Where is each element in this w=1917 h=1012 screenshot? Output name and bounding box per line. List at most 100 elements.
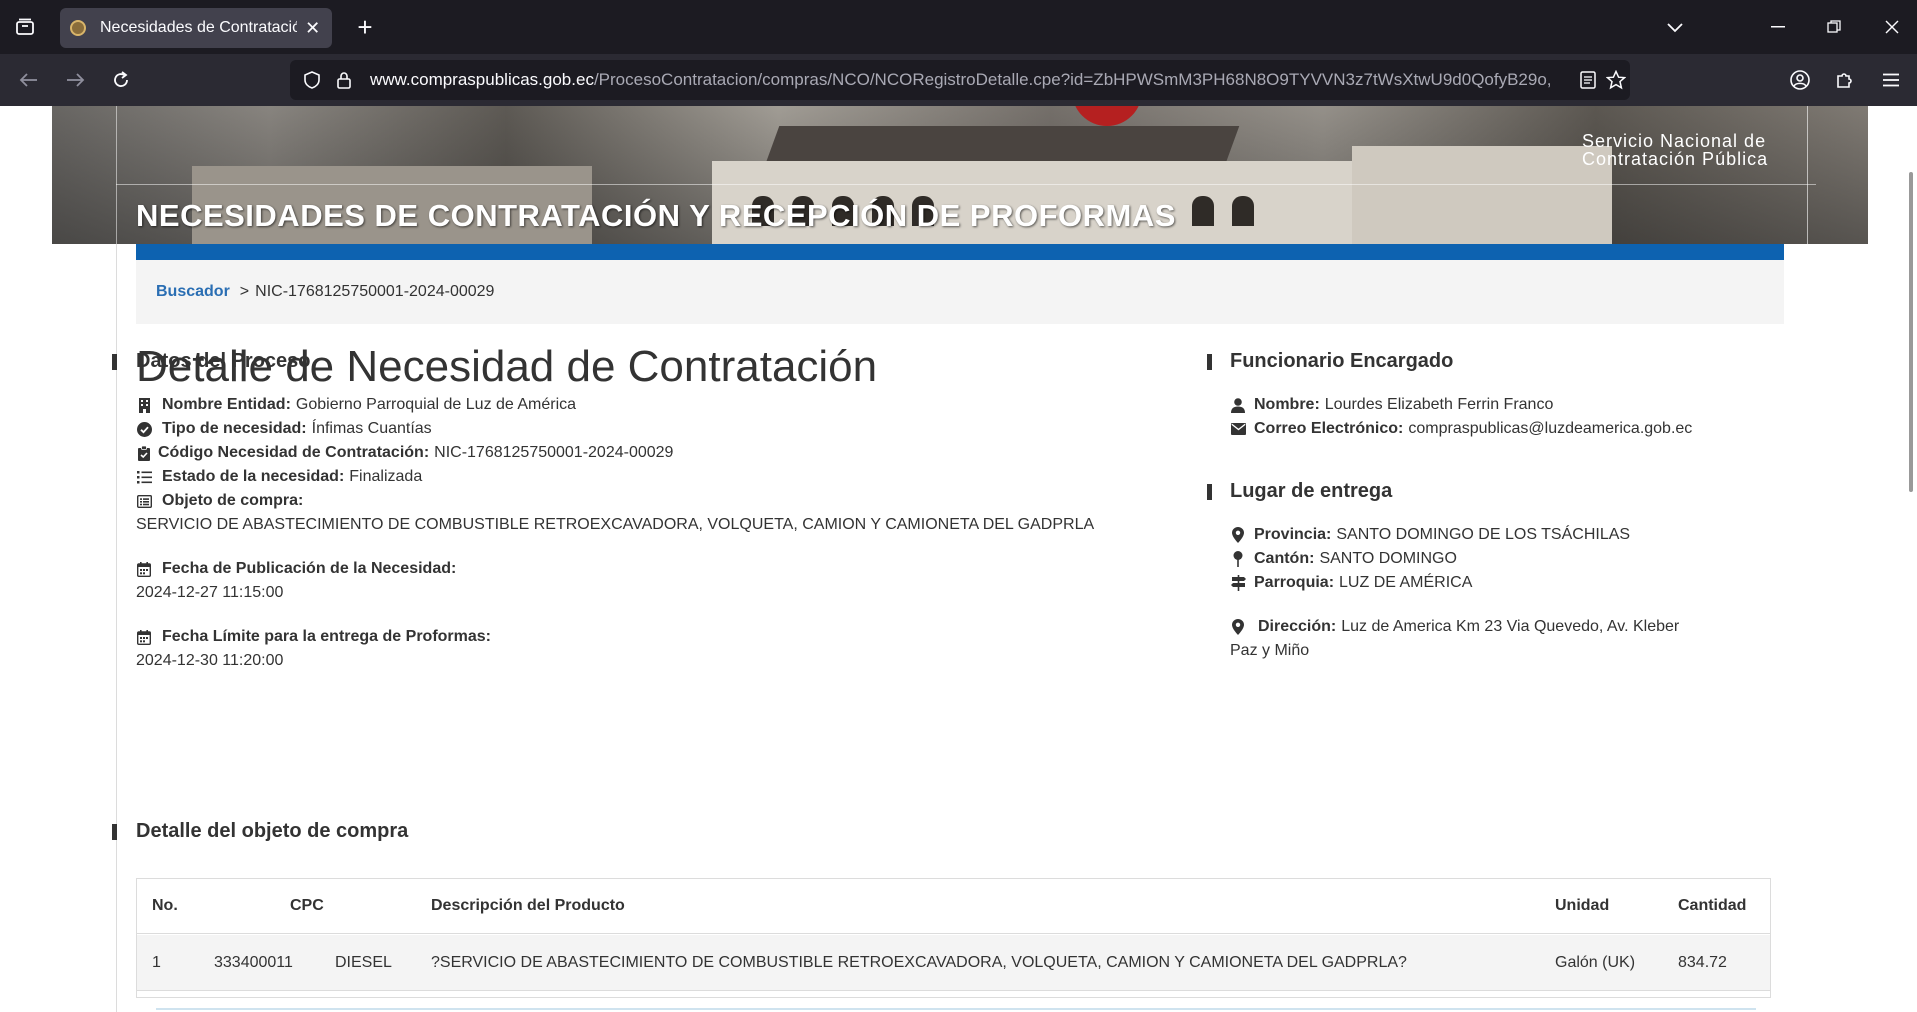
page-viewport: Servicio Nacional de Contratación Públic…	[0, 106, 1917, 1012]
tab-title: Necesidades de Contratación y	[100, 19, 298, 36]
scrollbar-thumb[interactable]	[1909, 172, 1913, 492]
forward-arrow-icon[interactable]	[60, 66, 90, 94]
section-heading-funcionario: Funcionario Encargado	[1230, 350, 1454, 372]
field-parroquia: Parroquia: LUZ DE AMÉRICA	[1230, 574, 1472, 592]
objeto-compra-value: SERVICIO DE ABASTECIMIENTO DE COMBUSTIBL…	[136, 516, 1095, 533]
field-value: NIC-1768125750001-2024-00029	[434, 444, 674, 461]
field-value: Finalizada	[349, 468, 423, 485]
column-header-cantidad: Cantidad	[1678, 897, 1747, 914]
next-section-border	[156, 1008, 1756, 1010]
fecha-limite-value: 2024-12-30 11:20:00	[136, 652, 284, 669]
envelope-icon	[1230, 421, 1246, 437]
lock-icon[interactable]	[330, 66, 358, 94]
field-value: LUZ DE AMÉRICA	[1339, 574, 1473, 591]
new-tab-plus-icon[interactable]: +	[350, 12, 380, 42]
map-marker-icon	[1230, 527, 1246, 543]
section-marker	[1207, 484, 1212, 500]
shield-icon[interactable]	[298, 66, 326, 94]
page-scrollbar[interactable]	[1903, 106, 1917, 1012]
restore-window-icon[interactable]	[1814, 12, 1854, 42]
field-fecha-publicacion: Fecha de Publicación de la Necesidad:	[136, 560, 461, 578]
sercop-logo-text: Servicio Nacional de Contratación Públic…	[1582, 132, 1812, 168]
field-label: Fecha de Publicación de la Necesidad:	[162, 560, 457, 577]
hamburger-menu-icon[interactable]	[1876, 66, 1906, 94]
logo-shape	[1072, 106, 1142, 126]
detalle-table: No. CPC Descripción del Producto Unidad …	[136, 878, 1771, 998]
breadcrumb-separator: >	[239, 283, 250, 300]
field-value: Ínfimas Cuantías	[311, 420, 432, 437]
list-alt-icon	[136, 493, 152, 509]
accent-bar	[136, 244, 1784, 260]
field-nombre-entidad: Nombre Entidad: Gobierno Parroquial de L…	[136, 396, 576, 414]
calendar-icon	[136, 629, 152, 645]
url-text[interactable]: www.compraspublicas.gob.ec/ProcesoContra…	[370, 70, 1550, 90]
section-heading-detalle-objeto: Detalle del objeto de compra	[136, 820, 409, 842]
field-label: Correo Electrónico:	[1254, 420, 1404, 437]
field-codigo-necesidad: Código Necesidad de Contratación: NIC-17…	[136, 444, 673, 462]
close-window-icon[interactable]	[1872, 12, 1912, 42]
field-label: Objeto de compra:	[162, 492, 304, 509]
section-heading-lugar-entrega: Lugar de entrega	[1230, 480, 1393, 502]
field-provincia: Provincia: SANTO DOMINGO DE LOS TSÁCHILA…	[1230, 526, 1630, 544]
calendar-icon	[136, 561, 152, 577]
field-value[interactable]: compraspublicas@luzdeamerica.gob.ec	[1408, 420, 1692, 438]
check-circle-icon	[136, 421, 152, 437]
banner-photo-shape	[1232, 196, 1254, 226]
map-pin-icon	[1230, 551, 1246, 567]
section-marker	[112, 354, 117, 370]
cell-unidad: Galón (UK)	[1555, 953, 1636, 971]
banner-photo-shape	[764, 126, 1240, 166]
bookmark-star-icon[interactable]	[1602, 66, 1630, 94]
field-value: SANTO DOMINGO DE LOS TSÁCHILAS	[1336, 526, 1631, 543]
field-label: Nombre Entidad:	[162, 396, 291, 413]
reader-view-icon[interactable]	[1574, 66, 1602, 94]
cell-cpc-code: 333400011	[214, 953, 293, 971]
address-bar[interactable]: www.compraspublicas.gob.ec/ProcesoContra…	[290, 60, 1630, 100]
list-icon	[136, 469, 152, 485]
user-icon	[1230, 397, 1246, 413]
field-label: Fecha Límite para la entrega de Proforma…	[162, 628, 491, 645]
column-header-no: No.	[152, 897, 178, 914]
back-arrow-icon[interactable]	[14, 66, 44, 94]
field-estado-necesidad: Estado de la necesidad: Finalizada	[136, 468, 422, 486]
cell-descripcion: ?SERVICIO DE ABASTECIMIENTO DE COMBUSTIB…	[431, 953, 1407, 971]
breadcrumb-link-buscador[interactable]: Buscador	[156, 283, 230, 301]
field-objeto-compra: Objeto de compra:	[136, 492, 308, 510]
cell-cantidad: 834.72	[1678, 953, 1727, 971]
chevron-down-icon[interactable]	[1660, 16, 1690, 40]
account-icon[interactable]	[1785, 66, 1815, 94]
banner-title: NECESIDADES DE CONTRATACIÓN Y RECEPCIÓN …	[136, 198, 1176, 233]
field-label: Nombre:	[1254, 396, 1320, 413]
section-marker	[1207, 354, 1212, 370]
column-header-cpc: CPC	[290, 897, 324, 914]
field-label: Provincia:	[1254, 526, 1332, 543]
site-favicon-icon	[70, 20, 86, 36]
url-host: www.compraspublicas.gob.ec	[370, 70, 594, 89]
cell-cpc-name: DIESEL	[335, 953, 392, 971]
active-tab[interactable]: Necesidades de Contratación y ✕	[60, 8, 332, 48]
fecha-publicacion-value: 2024-12-27 11:15:00	[136, 584, 284, 601]
table-header: No. CPC Descripción del Producto Unidad …	[137, 879, 1770, 934]
field-label: Estado de la necesidad:	[162, 468, 345, 485]
tab-list-icon[interactable]	[10, 14, 40, 40]
field-label: Tipo de necesidad:	[162, 420, 307, 437]
reload-icon[interactable]	[106, 66, 136, 94]
field-label: Cantón:	[1254, 550, 1315, 567]
map-signs-icon	[1230, 575, 1246, 591]
breadcrumb-current: NIC-1768125750001-2024-00029	[255, 283, 495, 300]
table-row: 1 333400011 DIESEL ?SERVICIO DE ABASTECI…	[137, 935, 1770, 991]
header-banner: Servicio Nacional de Contratación Públic…	[52, 106, 1868, 244]
breadcrumb: Buscador > NIC-1768125750001-2024-00029	[136, 260, 1784, 324]
browser-tab-bar: Necesidades de Contratación y ✕ +	[0, 0, 1917, 54]
field-label: Código Necesidad de Contratación:	[158, 444, 430, 461]
field-funcionario-correo: Correo Electrónico: compraspublicas@luzd…	[1230, 420, 1692, 438]
extensions-puzzle-icon[interactable]	[1830, 66, 1860, 94]
org-name-line1: Servicio Nacional de	[1582, 131, 1767, 151]
banner-divider	[116, 184, 1816, 185]
clipboard-check-icon	[136, 445, 152, 461]
close-tab-icon[interactable]: ✕	[303, 18, 322, 39]
minimize-window-icon[interactable]	[1758, 12, 1798, 42]
building-icon	[136, 397, 152, 413]
column-header-descripcion: Descripción del Producto	[431, 897, 625, 914]
column-header-unidad: Unidad	[1555, 897, 1610, 914]
